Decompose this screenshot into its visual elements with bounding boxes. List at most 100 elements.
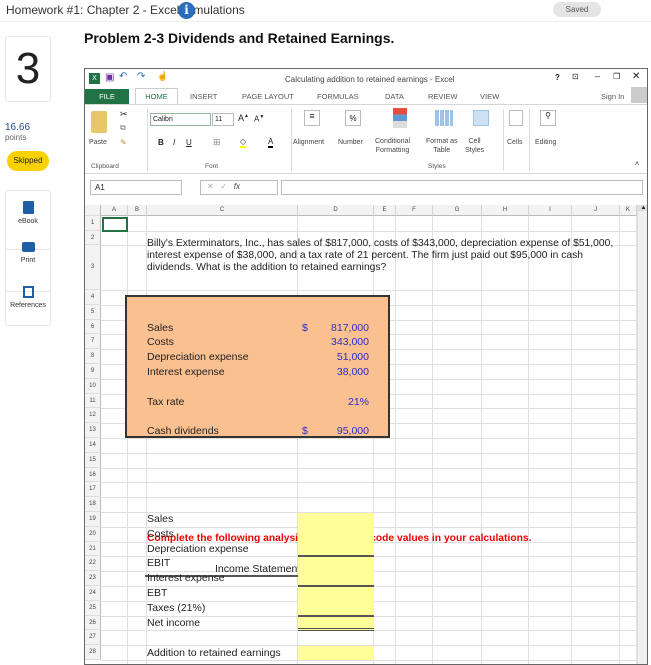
paste-button[interactable]: Paste bbox=[89, 139, 107, 146]
enter-icon[interactable]: ✓ bbox=[220, 182, 227, 191]
column-header-a[interactable]: A bbox=[101, 205, 128, 216]
percent-icon[interactable]: % bbox=[345, 110, 361, 126]
row-header[interactable]: 10 bbox=[85, 378, 101, 394]
column-header-k[interactable]: K bbox=[620, 205, 637, 216]
row-header[interactable]: 6 bbox=[85, 319, 101, 335]
row-header[interactable]: 2 bbox=[85, 231, 101, 245]
answer-cell-addition[interactable] bbox=[298, 646, 374, 661]
fill-color-icon[interactable]: ◇ bbox=[240, 137, 247, 148]
grow-font-icon[interactable]: A▲ bbox=[238, 113, 249, 123]
copy-icon[interactable]: ⧉ bbox=[120, 123, 126, 133]
tab-view[interactable]: VIEW bbox=[480, 92, 499, 101]
column-header-j[interactable]: J bbox=[572, 205, 620, 216]
row-header[interactable]: 1 bbox=[85, 216, 101, 231]
row-header[interactable]: 13 bbox=[85, 423, 101, 438]
format-painter-icon[interactable]: ✎ bbox=[120, 138, 127, 147]
row-header[interactable]: 8 bbox=[85, 349, 101, 364]
row-header[interactable]: 25 bbox=[85, 600, 101, 616]
spreadsheet-grid[interactable]: 1 2 3 4 5 6 7 8 9 10 11 12 13 14 15 16 17 18 19 20 21 22 23 24 2… bbox=[85, 205, 637, 664]
tab-page-layout[interactable]: PAGE LAYOUT bbox=[242, 92, 294, 101]
undo-icon[interactable]: ↶ bbox=[119, 71, 127, 82]
answer-cell[interactable] bbox=[298, 557, 374, 573]
conditional-formatting-icon[interactable] bbox=[393, 108, 407, 128]
number-button[interactable]: Number bbox=[338, 139, 363, 146]
tab-data[interactable]: DATA bbox=[385, 92, 404, 101]
function-icon[interactable]: fx bbox=[234, 182, 240, 191]
row-header[interactable]: 19 bbox=[85, 512, 101, 527]
sign-in-link[interactable]: Sign In bbox=[601, 92, 624, 101]
selected-cell-a1[interactable] bbox=[102, 217, 128, 232]
column-header-g[interactable]: G bbox=[433, 205, 482, 216]
row-header[interactable]: 28 bbox=[85, 645, 101, 660]
vertical-scrollbar[interactable]: ▲ bbox=[637, 205, 647, 664]
formula-input[interactable] bbox=[281, 180, 643, 195]
tab-home[interactable]: HOME bbox=[135, 88, 178, 105]
row-header[interactable]: 3 bbox=[85, 245, 101, 290]
row-header[interactable]: 20 bbox=[85, 526, 101, 542]
editing-button[interactable]: Editing bbox=[535, 139, 556, 146]
format-as-table-button[interactable]: Format as Table bbox=[426, 137, 458, 155]
font-name-select[interactable]: Calibri bbox=[150, 113, 211, 126]
restore-icon[interactable]: ❐ bbox=[613, 72, 620, 81]
column-header-i[interactable]: I bbox=[529, 205, 572, 216]
italic-button[interactable]: I bbox=[173, 138, 175, 147]
row-header[interactable]: 16 bbox=[85, 467, 101, 483]
alignment-button[interactable]: Alignment bbox=[293, 139, 324, 146]
cells-button[interactable]: Cells bbox=[507, 139, 523, 146]
column-header-c[interactable]: C bbox=[147, 205, 298, 216]
cells-icon[interactable] bbox=[509, 110, 523, 126]
name-box[interactable]: A1 bbox=[90, 180, 182, 195]
bold-button[interactable]: B bbox=[158, 138, 164, 147]
tab-formulas[interactable]: FORMULAS bbox=[317, 92, 359, 101]
answer-cell[interactable] bbox=[298, 587, 374, 602]
answer-cell[interactable] bbox=[298, 527, 374, 543]
tab-insert[interactable]: INSERT bbox=[190, 92, 217, 101]
find-icon[interactable]: ⚲ bbox=[540, 110, 556, 126]
column-header-e[interactable]: E bbox=[374, 205, 396, 216]
row-header[interactable]: 17 bbox=[85, 482, 101, 498]
row-header[interactable]: 24 bbox=[85, 586, 101, 601]
borders-icon[interactable]: ⊞ bbox=[213, 137, 221, 148]
collapse-ribbon-icon[interactable]: ˄ bbox=[635, 161, 639, 168]
row-header[interactable]: 23 bbox=[85, 571, 101, 586]
row-header[interactable]: 22 bbox=[85, 556, 101, 572]
select-all-corner[interactable] bbox=[85, 205, 101, 216]
row-header[interactable]: 21 bbox=[85, 541, 101, 557]
minimize-icon[interactable]: – bbox=[595, 71, 600, 81]
help-icon[interactable]: ? bbox=[555, 73, 560, 82]
row-header[interactable]: 18 bbox=[85, 497, 101, 512]
touch-mode-icon[interactable]: ☝ bbox=[157, 71, 168, 82]
row-header[interactable]: 12 bbox=[85, 408, 101, 424]
save-icon[interactable]: ▣ bbox=[105, 72, 114, 83]
row-header[interactable]: 15 bbox=[85, 452, 101, 468]
references-button[interactable]: References bbox=[5, 278, 51, 326]
column-header-d[interactable]: D bbox=[298, 205, 374, 216]
row-header[interactable]: 14 bbox=[85, 438, 101, 453]
row-header[interactable]: 9 bbox=[85, 364, 101, 379]
underline-button[interactable]: U bbox=[186, 138, 192, 147]
shrink-font-icon[interactable]: A▼ bbox=[254, 114, 264, 124]
row-header[interactable]: 11 bbox=[85, 393, 101, 409]
cut-icon[interactable]: ✂ bbox=[120, 109, 128, 120]
close-icon[interactable]: ✕ bbox=[632, 71, 640, 82]
font-color-icon[interactable]: A bbox=[268, 137, 274, 148]
row-header[interactable]: 4 bbox=[85, 290, 101, 305]
format-as-table-icon[interactable] bbox=[435, 110, 453, 126]
column-header-h[interactable]: H bbox=[482, 205, 529, 216]
column-header-f[interactable]: F bbox=[396, 205, 433, 216]
redo-icon[interactable]: ↷ bbox=[137, 71, 145, 82]
tab-file[interactable]: FILE bbox=[85, 89, 129, 104]
conditional-formatting-button[interactable]: Conditional Formatting bbox=[375, 137, 410, 155]
row-header[interactable]: 26 bbox=[85, 615, 101, 631]
info-icon[interactable]: i bbox=[178, 2, 195, 19]
column-header-b[interactable]: B bbox=[128, 205, 147, 216]
row-header[interactable]: 5 bbox=[85, 304, 101, 320]
tab-review[interactable]: REVIEW bbox=[428, 92, 458, 101]
paste-icon[interactable] bbox=[91, 111, 107, 133]
ribbon-display-icon[interactable]: ⊡ bbox=[572, 72, 579, 81]
row-header[interactable]: 27 bbox=[85, 630, 101, 646]
cell-styles-icon[interactable] bbox=[473, 110, 489, 126]
cell-styles-button[interactable]: Cell Styles bbox=[465, 137, 484, 155]
cancel-icon[interactable]: ✕ bbox=[207, 182, 214, 191]
font-size-select[interactable]: 11 bbox=[212, 113, 234, 126]
